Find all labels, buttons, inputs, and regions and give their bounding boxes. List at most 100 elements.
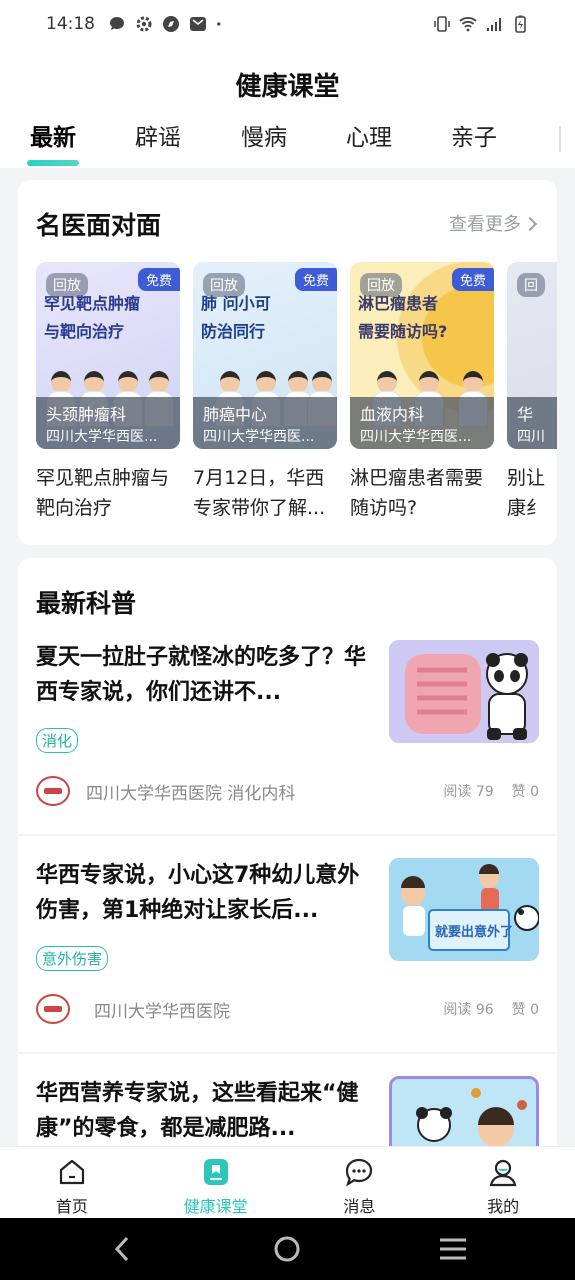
read-count: 阅读 79 — [443, 784, 494, 800]
doctor-info-overlay: 肺癌中心 四川大学华西医... — [193, 397, 337, 449]
view-more-link[interactable]: 查看更多 — [449, 210, 538, 236]
hospital-label: 四川大学华西医... — [203, 429, 315, 445]
signal-icon — [487, 18, 501, 31]
snacks-illustration — [416, 1088, 527, 1147]
live-list: 罕见靶点肿瘤 与靶向治疗 回放 免费 头颈肿瘤科 四川大学华西医... 罕见靶点肿… — [36, 262, 557, 532]
section-title: 名医面对面 — [36, 211, 162, 240]
free-badge: 免费 — [137, 268, 180, 291]
topic-tag[interactable]: 消化 — [36, 728, 79, 753]
live-title: 别让康纟 — [507, 467, 546, 519]
poster-text: 与靶向治疗 — [44, 322, 125, 341]
department-label: 肺癌中心 — [203, 405, 268, 424]
doctor-info-overlay: 血液内科 四川大学华西医... — [350, 397, 494, 449]
replay-badge: 回 — [517, 273, 545, 297]
live-poster: 淋巴瘤患者 需要随访吗? 回放 免费 血液内科 四川大学华西医... — [350, 262, 494, 449]
active-tab-indicator — [27, 160, 79, 166]
poster-text: 需要随访吗? — [358, 322, 448, 341]
article-meta: 四川大学华西医院 阅读 96 赞 0 — [36, 992, 539, 1026]
menu-icon[interactable] — [428, 1218, 478, 1280]
nav-health-class[interactable]: 健康课堂 — [144, 1147, 288, 1218]
nav-profile[interactable]: 我的 — [431, 1147, 575, 1218]
famous-doctors-card: 名医面对面 查看更多 罕见靶点肿瘤 与靶向治疗 回放 免费 头颈肿瘤科 四川大学华… — [18, 180, 557, 545]
like-count[interactable]: 赞 0 — [512, 784, 539, 800]
live-item[interactable]: 肺 问小可 防治同行 回放 免费 肺癌中心 四川大学华西医... 7月12日，华西… — [193, 262, 337, 523]
live-poster: 回 华 四川 — [507, 262, 557, 449]
live-poster: 肺 问小可 防治同行 回放 免费 肺癌中心 四川大学华西医... — [193, 262, 337, 449]
article-source: 四川大学华西医院 — [94, 1001, 230, 1022]
hospital-logo — [36, 776, 70, 806]
article-card: 华西专家说，小心这7种幼儿意外伤害，第1种绝对让家长后... 就要出意外了 意外… — [18, 836, 557, 1052]
book-icon — [203, 1159, 228, 1185]
tab-rumor[interactable]: 辟谣 — [135, 118, 181, 152]
replay-badge: 回放 — [360, 273, 402, 297]
live-title: 罕见靶点肿瘤与靶向治疗 — [36, 467, 170, 519]
hospital-label: 四川 — [517, 429, 545, 445]
system-nav-bar — [0, 1218, 575, 1280]
free-badge: 免费 — [294, 268, 337, 291]
live-title: 7月12日，华西专家带你了解... — [193, 467, 326, 519]
mail-icon — [190, 17, 206, 31]
tab-latest[interactable]: 最新 — [30, 118, 76, 152]
section-title: 最新科普 — [36, 589, 137, 618]
hospital-label: 四川大学华西医... — [360, 429, 472, 445]
message-icon — [346, 1158, 373, 1187]
live-title: 淋巴瘤患者需要随访吗? — [350, 467, 484, 519]
doctor-info-overlay: 华 四川 — [507, 397, 557, 449]
page-header: 健康课堂 最新 辟谣 慢病 心理 亲子 — [0, 48, 575, 168]
compass-icon — [163, 16, 179, 32]
kids-safety-illustration: 就要出意外了 — [389, 858, 539, 961]
tab-chronic[interactable]: 慢病 — [241, 118, 287, 152]
home-icon — [59, 1159, 84, 1185]
article-title[interactable]: 夏天一拉肚子就怪冰的吃多了？华西专家说，你们还讲不... — [36, 640, 366, 710]
replay-badge: 回放 — [203, 273, 245, 297]
department-label: 血液内科 — [360, 405, 425, 424]
battery-icon — [515, 15, 526, 33]
article-image[interactable] — [389, 640, 539, 743]
article-image[interactable] — [389, 1076, 539, 1154]
topic-tag[interactable]: 意外伤害 — [36, 946, 109, 971]
hospital-logo — [36, 994, 70, 1024]
free-badge: 免费 — [451, 268, 494, 291]
bottom-nav: 首页 健康课堂 消息 我的 — [0, 1146, 575, 1218]
tab-psychology[interactable]: 心理 — [346, 118, 392, 152]
back-icon[interactable] — [97, 1218, 147, 1280]
article-title[interactable]: 华西营养专家说，这些看起来“健康”的零食，都是减肥路... — [36, 1076, 366, 1146]
page-title: 健康课堂 — [235, 72, 340, 102]
hospital-label: 四川大学华西医... — [46, 429, 158, 445]
nav-label: 健康课堂 — [183, 1197, 248, 1216]
image-caption: 就要出意外了 — [435, 924, 513, 940]
gear-icon — [136, 16, 152, 32]
nav-label: 首页 — [55, 1197, 88, 1216]
intestine-illustration — [389, 640, 539, 743]
latest-science-card: 最新科普 夏天一拉肚子就怪冰的吃多了？华西专家说，你们还讲不... 消化 四川大… — [18, 558, 557, 834]
status-time: 14:18 — [46, 14, 95, 34]
article-image[interactable]: 就要出意外了 — [389, 858, 539, 961]
dot-icon — [217, 22, 221, 26]
nav-label: 消息 — [343, 1197, 376, 1216]
home-circle-icon[interactable] — [262, 1218, 312, 1280]
article-card: 华西营养专家说，这些看起来“健康”的零食，都是减肥路... — [18, 1054, 557, 1154]
tab-scroll-edge — [559, 126, 561, 152]
nav-home[interactable]: 首页 — [0, 1147, 144, 1218]
status-bar: 14:18 — [0, 0, 575, 48]
live-item[interactable]: 罕见靶点肿瘤 与靶向治疗 回放 免费 头颈肿瘤科 四川大学华西医... 罕见靶点肿… — [36, 262, 180, 523]
department-label: 华 — [517, 405, 534, 424]
live-poster: 罕见靶点肿瘤 与靶向治疗 回放 免费 头颈肿瘤科 四川大学华西医... — [36, 262, 180, 449]
nav-messages[interactable]: 消息 — [288, 1147, 432, 1218]
live-item[interactable]: 淋巴瘤患者 需要随访吗? 回放 免费 血液内科 四川大学华西医... 淋巴瘤患者需… — [350, 262, 494, 523]
tab-parenting[interactable]: 亲子 — [451, 118, 497, 152]
doctor-info-overlay: 头颈肿瘤科 四川大学华西医... — [36, 397, 180, 449]
live-item[interactable]: 回 华 四川 别让康纟 — [507, 262, 557, 523]
article-title[interactable]: 华西专家说，小心这7种幼儿意外伤害，第1种绝对让家长后... — [36, 858, 366, 928]
user-icon — [489, 1159, 517, 1187]
article-source: 四川大学华西医院 消化内科 — [86, 783, 296, 804]
chat-icon — [110, 17, 124, 30]
department-label: 头颈肿瘤科 — [46, 405, 127, 424]
view-more-label: 查看更多 — [449, 214, 521, 235]
nav-label: 我的 — [487, 1197, 520, 1216]
article-meta: 四川大学华西医院 消化内科 阅读 79 赞 0 — [36, 774, 539, 808]
chevron-right-icon — [522, 216, 538, 232]
category-tabs: 最新 辟谣 慢病 心理 亲子 — [0, 118, 575, 166]
read-count: 阅读 96 — [443, 1002, 494, 1018]
like-count[interactable]: 赞 0 — [512, 1002, 539, 1018]
